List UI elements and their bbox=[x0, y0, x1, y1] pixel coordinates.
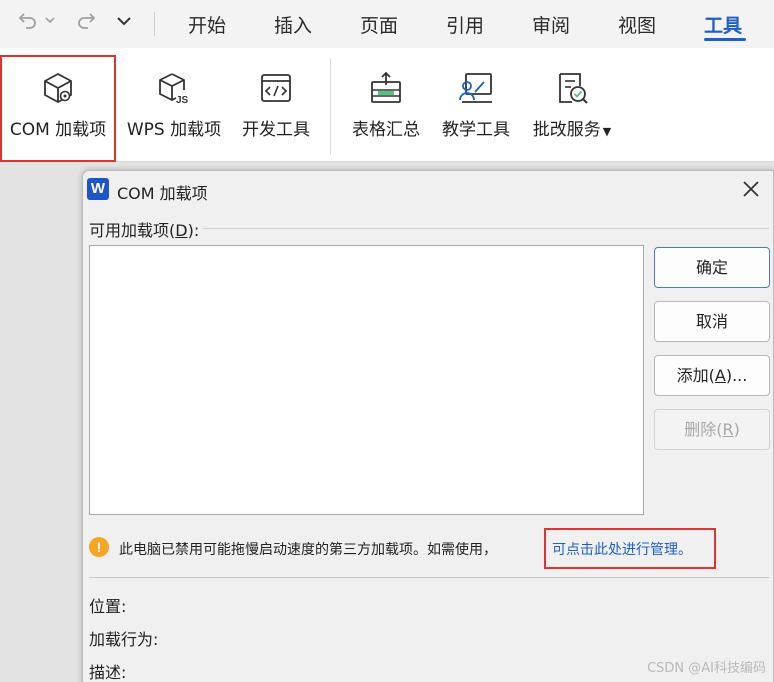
redo-icon[interactable] bbox=[76, 10, 96, 30]
undo-dropdown-icon[interactable] bbox=[44, 14, 56, 26]
table-summary-icon bbox=[371, 71, 401, 103]
available-addins-list[interactable] bbox=[89, 245, 644, 515]
developer-tools-icon bbox=[261, 74, 291, 102]
tab-review[interactable]: 审阅 bbox=[532, 11, 570, 38]
available-addins-label: 可用加载项(D): bbox=[89, 217, 204, 241]
customize-toolbar-chevron-icon[interactable] bbox=[116, 14, 132, 28]
active-tab-indicator bbox=[704, 38, 746, 41]
dialog-title: COM 加载项 bbox=[117, 184, 208, 203]
description-label: 描述: bbox=[89, 663, 127, 682]
developer-tools-label: 开发工具 bbox=[242, 120, 310, 140]
undo-icon[interactable] bbox=[18, 10, 38, 30]
close-icon[interactable] bbox=[739, 177, 763, 201]
add-button[interactable]: 添加(A)... bbox=[654, 355, 770, 396]
tab-references[interactable]: 引用 bbox=[446, 11, 484, 38]
wps-addin-button[interactable]: JS WPS 加载项 bbox=[122, 48, 226, 154]
wps-writer-logo: W bbox=[87, 178, 109, 200]
tab-page[interactable]: 页面 bbox=[360, 11, 398, 38]
toolbar-divider bbox=[154, 12, 155, 36]
ok-button[interactable]: 确定 bbox=[654, 247, 770, 288]
warning-icon: ! bbox=[89, 537, 109, 557]
manage-addins-link[interactable]: 可点击此处进行管理。 bbox=[552, 539, 692, 559]
tab-view[interactable]: 视图 bbox=[618, 11, 656, 38]
table-summary-label: 表格汇总 bbox=[352, 120, 420, 140]
wps-addin-icon: JS bbox=[159, 73, 189, 106]
com-addin-icon bbox=[44, 72, 72, 104]
details-divider bbox=[89, 577, 769, 578]
grading-service-icon bbox=[559, 73, 588, 104]
document-area bbox=[0, 163, 82, 682]
manage-addins-link-highlight: 可点击此处进行管理。 bbox=[544, 528, 716, 569]
dialog-title-bar[interactable]: W COM 加载项 bbox=[83, 171, 773, 209]
table-summary-button[interactable]: 表格汇总 bbox=[346, 48, 426, 154]
chevron-down-icon: ▼ bbox=[602, 125, 612, 138]
ribbon: COM 加载项 JS WPS 加载项 开发工具 表格汇总 教学工具 批改服务 ▼ bbox=[0, 48, 774, 162]
svg-text:JS: JS bbox=[176, 95, 189, 106]
load-behavior-label: 加载行为: bbox=[89, 630, 159, 649]
com-addin-label: COM 加载项 bbox=[9, 120, 107, 140]
watermark: CSDN @AI科技编码 bbox=[647, 661, 766, 676]
tab-insert[interactable]: 插入 bbox=[274, 11, 312, 38]
wps-addin-label: WPS 加载项 bbox=[126, 120, 222, 140]
cancel-button[interactable]: 取消 bbox=[654, 301, 770, 342]
location-label: 位置: bbox=[89, 597, 127, 616]
teaching-tools-label: 教学工具 bbox=[442, 120, 510, 140]
remove-button[interactable]: 删除(R) bbox=[654, 409, 770, 450]
menu-bar: 开始 插入 页面 引用 审阅 视图 工具 bbox=[0, 0, 774, 48]
teaching-tools-icon bbox=[459, 73, 492, 103]
warning-text: 此电脑已禁用可能拖慢启动速度的第三方加载项。如需使用， bbox=[119, 542, 497, 558]
com-addin-dialog: W COM 加载项 可用加载项(D): 确定 取消 添加(A)... 删除(R)… bbox=[82, 170, 774, 682]
grading-service-button[interactable]: 批改服务 ▼ bbox=[526, 48, 618, 154]
ribbon-divider bbox=[330, 58, 331, 154]
com-addin-button[interactable]: COM 加载项 bbox=[0, 55, 116, 162]
grading-service-label: 批改服务 ▼ bbox=[532, 120, 612, 140]
tab-tools[interactable]: 工具 bbox=[704, 11, 742, 38]
developer-tools-button[interactable]: 开发工具 bbox=[236, 48, 316, 154]
teaching-tools-button[interactable]: 教学工具 bbox=[436, 48, 516, 154]
tab-home[interactable]: 开始 bbox=[188, 11, 226, 38]
